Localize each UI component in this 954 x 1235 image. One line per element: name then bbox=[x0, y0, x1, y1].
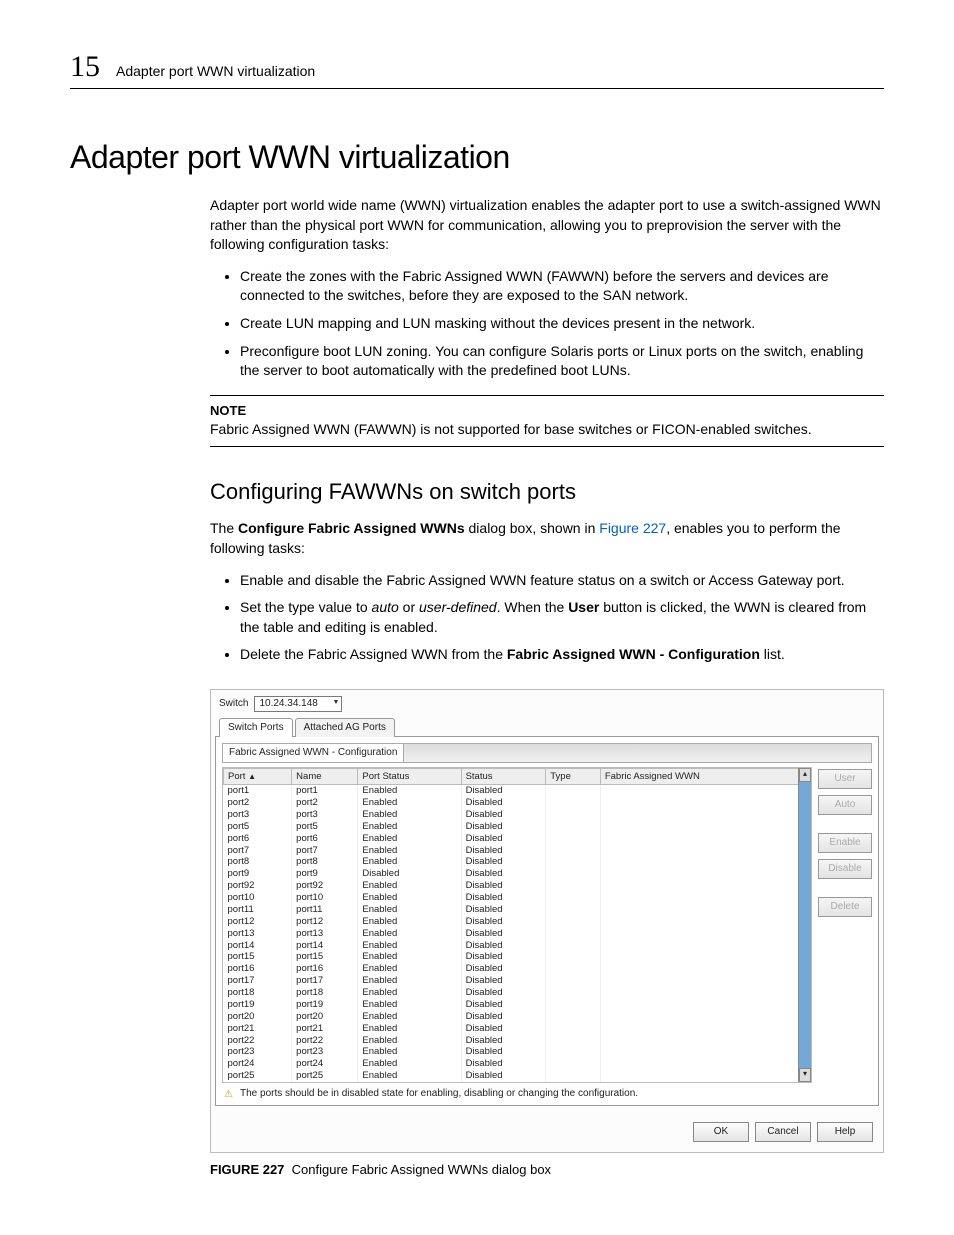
user-button[interactable]: User bbox=[818, 769, 872, 789]
table-row[interactable]: port17port17EnabledDisabled bbox=[224, 975, 811, 987]
col-status[interactable]: Status bbox=[461, 768, 546, 784]
tab-attached-ag-ports[interactable]: Attached AG Ports bbox=[295, 718, 395, 737]
warning-icon: ⚠ bbox=[224, 1088, 236, 1100]
list-item: Create LUN mapping and LUN masking witho… bbox=[240, 314, 884, 334]
scroll-down-icon[interactable]: ▾ bbox=[799, 1068, 811, 1082]
table-row[interactable]: port9port9DisabledDisabled bbox=[224, 868, 811, 880]
col-port-status[interactable]: Port Status bbox=[358, 768, 461, 784]
table-row[interactable]: port16port16EnabledDisabled bbox=[224, 963, 811, 975]
table-row[interactable]: port3port3EnabledDisabled bbox=[224, 809, 811, 821]
config-panel-title: Fabric Assigned WWN - Configuration bbox=[222, 743, 403, 763]
list-item: Delete the Fabric Assigned WWN from the … bbox=[240, 645, 884, 665]
running-head-title: Adapter port WWN virtualization bbox=[116, 63, 315, 79]
table-row[interactable]: port2port2EnabledDisabled bbox=[224, 797, 811, 809]
figure-caption: FIGURE 227 Configure Fabric Assigned WWN… bbox=[210, 1161, 884, 1179]
switch-label: Switch bbox=[219, 697, 248, 711]
table-row[interactable]: port11port11EnabledDisabled bbox=[224, 904, 811, 916]
subsection-heading: Configuring FAWWNs on switch ports bbox=[210, 477, 884, 508]
chapter-number: 15 bbox=[70, 50, 100, 84]
list-item: Set the type value to auto or user-defin… bbox=[240, 598, 884, 637]
note-block: NOTE Fabric Assigned WWN (FAWWN) is not … bbox=[210, 395, 884, 447]
col-name[interactable]: Name bbox=[292, 768, 358, 784]
table-row[interactable]: port21port21EnabledDisabled bbox=[224, 1023, 811, 1035]
table-row[interactable]: port22port22EnabledDisabled bbox=[224, 1035, 811, 1047]
list-item: Enable and disable the Fabric Assigned W… bbox=[240, 571, 884, 591]
col-fawwn[interactable]: Fabric Assigned WWN bbox=[600, 768, 810, 784]
paragraph: The Configure Fabric Assigned WWNs dialo… bbox=[210, 519, 884, 558]
tab-strip: Switch Ports Attached AG Ports bbox=[215, 718, 879, 737]
table-row[interactable]: port25port25EnabledDisabled bbox=[224, 1070, 811, 1082]
scroll-up-icon[interactable]: ▴ bbox=[799, 768, 811, 782]
ok-button[interactable]: OK bbox=[693, 1122, 749, 1142]
list-item: Preconfigure boot LUN zoning. You can co… bbox=[240, 342, 884, 381]
disable-button[interactable]: Disable bbox=[818, 859, 872, 879]
table-row[interactable]: port20port20EnabledDisabled bbox=[224, 1011, 811, 1023]
table-row[interactable]: port18port18EnabledDisabled bbox=[224, 987, 811, 999]
sort-asc-icon: ▲ bbox=[248, 772, 256, 781]
col-type[interactable]: Type bbox=[546, 768, 601, 784]
intro-paragraph: Adapter port world wide name (WWN) virtu… bbox=[210, 196, 884, 255]
figure-reference-link[interactable]: Figure 227 bbox=[599, 520, 666, 536]
table-row[interactable]: port6port6EnabledDisabled bbox=[224, 833, 811, 845]
port-table-area: Port ▲ Name Port Status Status Type Fabr… bbox=[222, 767, 812, 1083]
list-item: Create the zones with the Fabric Assigne… bbox=[240, 267, 884, 306]
table-row[interactable]: port14port14EnabledDisabled bbox=[224, 940, 811, 952]
warning-text: The ports should be in disabled state fo… bbox=[240, 1087, 638, 1101]
table-row[interactable]: port5port5EnabledDisabled bbox=[224, 821, 811, 833]
warning-row: ⚠ The ports should be in disabled state … bbox=[220, 1085, 874, 1101]
delete-button[interactable]: Delete bbox=[818, 897, 872, 917]
table-row[interactable]: port23port23EnabledDisabled bbox=[224, 1046, 811, 1058]
table-row[interactable]: port13port13EnabledDisabled bbox=[224, 928, 811, 940]
table-row[interactable]: port92port92EnabledDisabled bbox=[224, 880, 811, 892]
task-list: Create the zones with the Fabric Assigne… bbox=[210, 267, 884, 381]
note-text: Fabric Assigned WWN (FAWWN) is not suppo… bbox=[210, 420, 884, 440]
port-table: Port ▲ Name Port Status Status Type Fabr… bbox=[223, 768, 811, 1082]
section-heading: Adapter port WWN virtualization bbox=[70, 139, 884, 176]
table-row[interactable]: port24port24EnabledDisabled bbox=[224, 1058, 811, 1070]
help-button[interactable]: Help bbox=[817, 1122, 873, 1142]
table-row[interactable]: port10port10EnabledDisabled bbox=[224, 892, 811, 904]
vertical-scrollbar[interactable]: ▴ ▾ bbox=[798, 768, 811, 1082]
enable-button[interactable]: Enable bbox=[818, 833, 872, 853]
capability-list: Enable and disable the Fabric Assigned W… bbox=[210, 571, 884, 665]
table-row[interactable]: port8port8EnabledDisabled bbox=[224, 856, 811, 868]
table-row[interactable]: port19port19EnabledDisabled bbox=[224, 999, 811, 1011]
tab-switch-ports[interactable]: Switch Ports bbox=[219, 718, 293, 737]
table-row[interactable]: port15port15EnabledDisabled bbox=[224, 951, 811, 963]
note-label: NOTE bbox=[210, 402, 884, 420]
figure-dialog: Switch 10.24.34.148 Switch Ports Attache… bbox=[210, 689, 884, 1153]
cancel-button[interactable]: Cancel bbox=[755, 1122, 811, 1142]
switch-dropdown[interactable]: 10.24.34.148 bbox=[254, 696, 342, 712]
table-row[interactable]: port7port7EnabledDisabled bbox=[224, 845, 811, 857]
col-port[interactable]: Port ▲ bbox=[224, 768, 292, 784]
table-row[interactable]: port12port12EnabledDisabled bbox=[224, 916, 811, 928]
auto-button[interactable]: Auto bbox=[818, 795, 872, 815]
table-row[interactable]: port1port1EnabledDisabled bbox=[224, 785, 811, 797]
running-head: 15 Adapter port WWN virtualization bbox=[70, 50, 884, 89]
